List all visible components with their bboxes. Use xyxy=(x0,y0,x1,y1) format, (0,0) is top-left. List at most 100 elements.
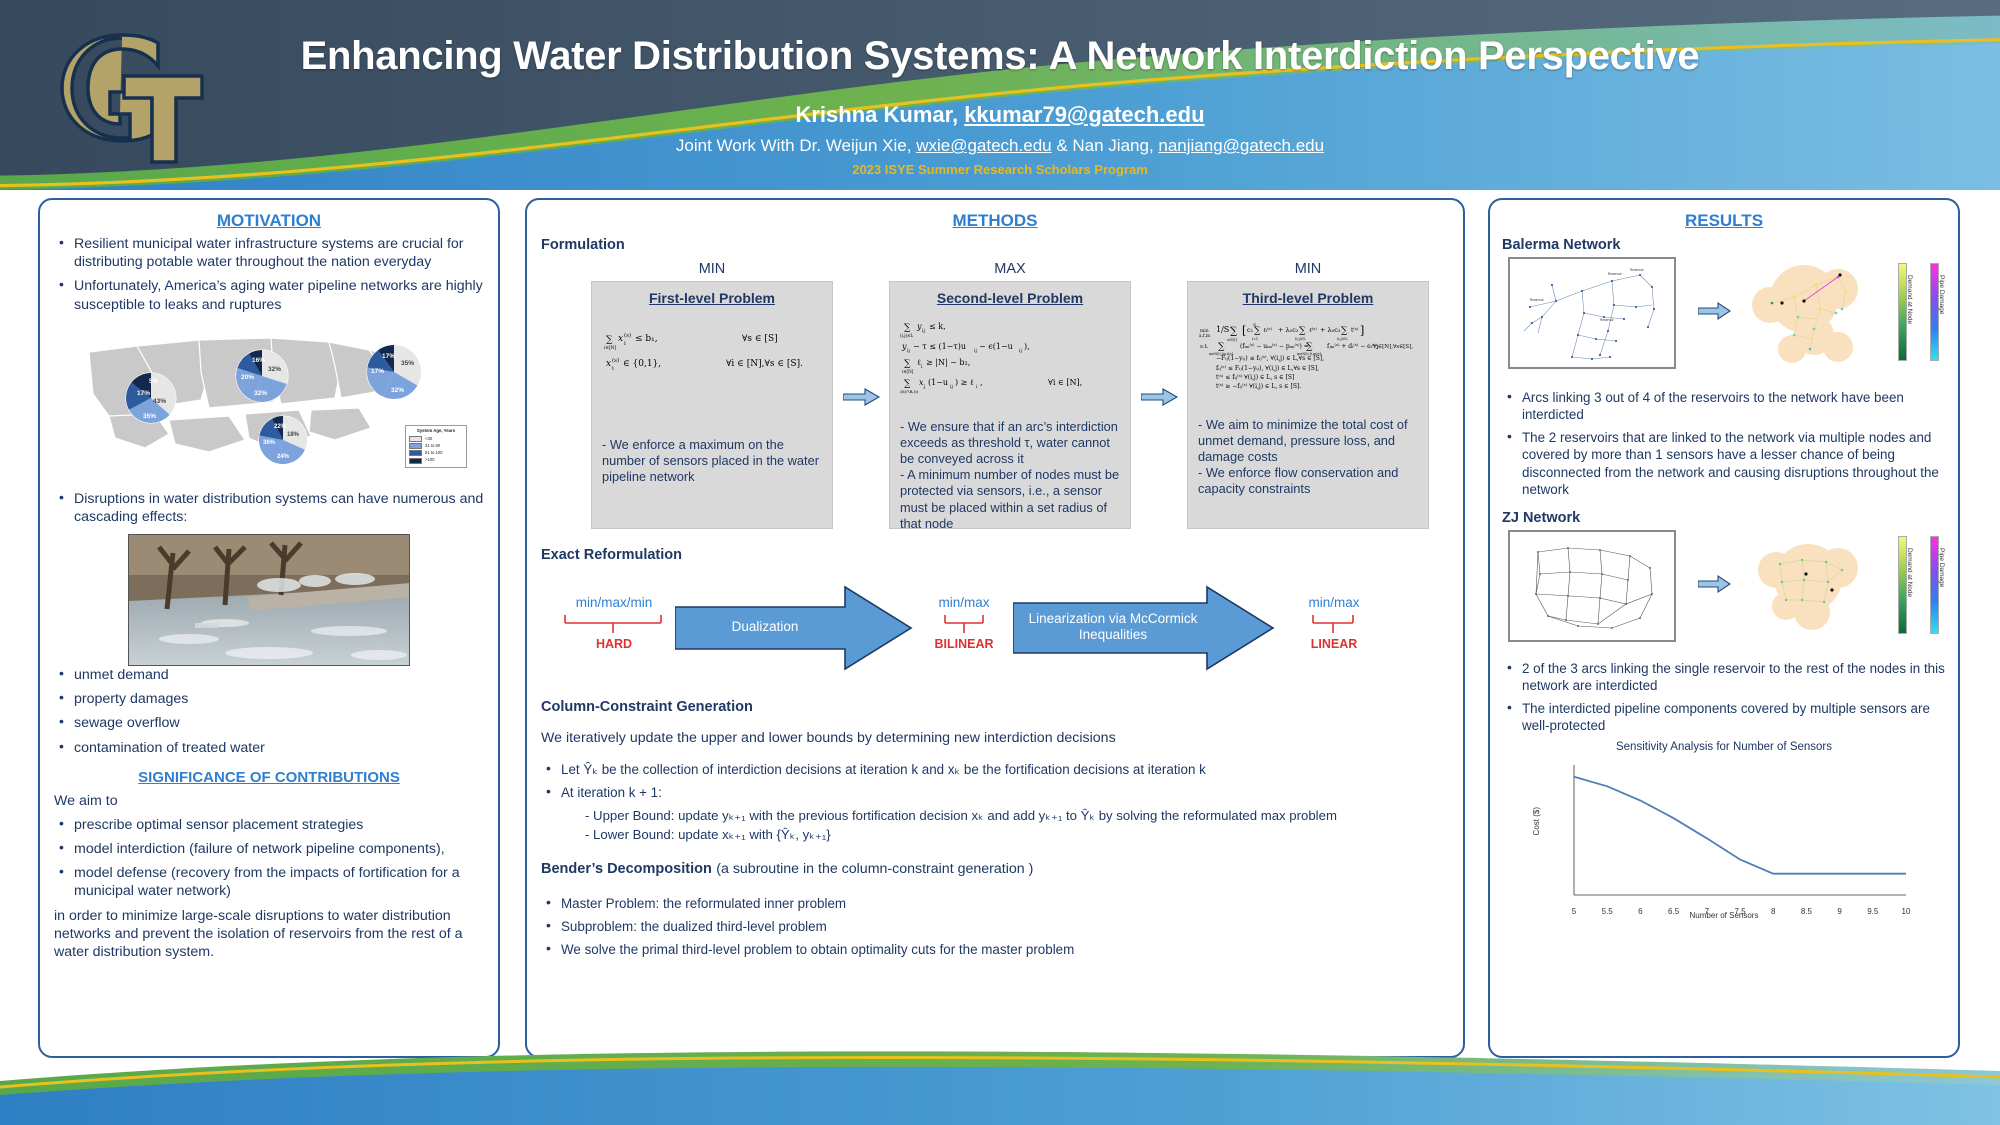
svg-text:∑: ∑ xyxy=(904,359,911,369)
svg-text:]: ] xyxy=(1360,324,1364,337)
svg-text:∑: ∑ xyxy=(904,323,911,333)
stage-3-tag: LINEAR xyxy=(1310,637,1358,651)
chart-y-axis-label: Cost ($) xyxy=(1532,806,1541,836)
svg-text:∑: ∑ xyxy=(904,379,911,389)
list-item: model interdiction (failure of network p… xyxy=(54,839,484,858)
balerma-network-diagram: Reservoir Reservoir Reservoir Reservoir xyxy=(1508,257,1676,369)
svg-text:Reservoir: Reservoir xyxy=(1630,268,1645,272)
legend-swatch xyxy=(409,457,422,464)
ccg-bullet-list: Let Ŷₖ be the collection of interdiction… xyxy=(541,760,1449,801)
svg-text:∑: ∑ xyxy=(1341,326,1348,336)
svg-text:−Fᵢⱼ(1−yᵢⱼ) ≤ fᵢⱼ⁽ˢ⁾, ∀(i,j): −Fᵢⱼ(1−yᵢⱼ) ≤ fᵢⱼ⁽ˢ⁾, ∀(i,j) ∈ L,∀s ∈ [S… xyxy=(1216,355,1324,362)
svg-text:5%: 5% xyxy=(149,379,158,385)
advisor-email-link[interactable]: wxie@gatech.edu xyxy=(916,136,1051,155)
formulation-levels-row: MIN First-level Problem ∑ i∈[N] x (s) i … xyxy=(541,261,1449,531)
svg-text:fⱼₘ⁽ˢ⁾ + dᵢ⁽ˢ⁾ − eᵢ⁽ˢ⁾,: fⱼₘ⁽ˢ⁾ + dᵢ⁽ˢ⁾ − eᵢ⁽ˢ⁾, xyxy=(1327,343,1379,350)
arrow-right-icon xyxy=(1698,301,1731,321)
svg-text:∑: ∑ xyxy=(1254,326,1261,336)
stage-1-tag: HARD xyxy=(595,637,633,651)
demand-colorbar-label: Demand at Node xyxy=(1906,547,1913,598)
svg-text:∀i ∈ [N],∀s ∈ [S].: ∀i ∈ [N],∀s ∈ [S]. xyxy=(726,359,803,369)
list-item: unmet demand xyxy=(54,665,484,684)
poster-root: Enhancing Water Distribution Systems: A … xyxy=(0,0,2000,1125)
demand-colorbar-label: Demand at Node xyxy=(1906,275,1913,325)
reformulation-label: Exact Reformulation xyxy=(541,547,682,563)
svg-text:x: x xyxy=(606,359,611,369)
third-level-equations: min x,f,m 1/S ∑ s∈[S] [ c₁ ∑ i=1 N ℓᵢ⁽ˢ⁾… xyxy=(1199,323,1413,390)
chart-x-tick: 6.5 xyxy=(1668,906,1680,916)
svg-text:ℓ⁽ˢ⁾: ℓ⁽ˢ⁾ xyxy=(1309,327,1317,334)
balerma-bullet-list: Arcs linking 3 out of 4 of the reservoir… xyxy=(1502,388,1946,498)
second-level-equations: ∑ (i,j)∈L y ij ≤ k, y ij − τ ≤ (1−τ)u ij… xyxy=(893,322,1082,394)
svg-text:+ λ₀c₂: + λ₀c₂ xyxy=(1278,326,1299,334)
svg-text:≥ |N| − b₂,: ≥ |N| − b₂, xyxy=(926,358,970,367)
svg-text:∑: ∑ xyxy=(1299,326,1306,336)
joint-prefix: Joint Work With Dr. Weijun Xie, xyxy=(675,136,917,155)
svg-text:∑: ∑ xyxy=(1218,342,1225,352)
svg-text:(i,j)∈L: (i,j)∈L xyxy=(1337,337,1348,341)
svg-text:∈ {0,1},: ∈ {0,1}, xyxy=(623,359,661,369)
svg-text:ℓᵢ⁽ˢ⁾: ℓᵢ⁽ˢ⁾ xyxy=(1263,327,1273,334)
flooded-street-photo xyxy=(128,534,410,667)
svg-text:(s): (s) xyxy=(612,357,619,364)
results-panel: RESULTS Balerma Network Reservoir Reserv… xyxy=(1488,198,1960,1058)
svg-text:[: [ xyxy=(1242,324,1246,337)
list-item: At iteration k + 1: xyxy=(541,783,1449,801)
svg-text:∀s ∈ [S]: ∀s ∈ [S] xyxy=(742,334,778,344)
methods-heading: METHODS xyxy=(952,211,1038,230)
benders-heading-row: Bender’s Decomposition (a subroutine in … xyxy=(541,860,1449,878)
balerma-result-diagram xyxy=(1752,265,1858,363)
list-item: The interdicted pipeline components cove… xyxy=(1502,699,1946,734)
gt-logo-icon xyxy=(60,33,204,164)
closing-text: in order to minimize large-scale disrupt… xyxy=(54,907,463,960)
chart-x-tick: 9.5 xyxy=(1867,906,1879,916)
joint-mid: & Nan Jiang, xyxy=(1051,136,1159,155)
pie-west: 17% 5% 43% 35% xyxy=(125,372,177,424)
svg-text:∀i ∈ [N],: ∀i ∈ [N], xyxy=(1048,378,1082,387)
stage-2-minmax: min/max xyxy=(938,595,990,610)
arrow-right-icon xyxy=(1141,388,1179,406)
legend-swatch xyxy=(409,435,422,442)
motivation-panel: MOTIVATION Resilient municipal water inf… xyxy=(38,198,500,1058)
benders-heading: Bender’s Decomposition xyxy=(541,861,712,878)
linearization-arrow-label: Linearization via McCormick Inequalities xyxy=(1028,611,1198,643)
list-item: Arcs linking 3 out of 4 of the reservoir… xyxy=(1502,388,1946,423)
ccg-sub-lower-bound: - Lower Bound: update xₖ₊₁ with {Ŷₖ, yₖ₊… xyxy=(585,826,831,842)
third-level-objective: MIN xyxy=(1294,261,1322,277)
svg-text:N: N xyxy=(1253,323,1256,327)
methods-panel: METHODS Formulation MIN First-level Prob… xyxy=(525,198,1465,1058)
svg-text:∀j∈[N],∀s∈[S],: ∀j∈[N],∀s∈[S], xyxy=(1373,343,1413,350)
svg-text:32%: 32% xyxy=(391,387,404,394)
collaborator-email-link[interactable]: nanjiang@gatech.edu xyxy=(1158,136,1324,155)
arrow-right-icon xyxy=(843,388,881,406)
author-email-link[interactable]: kkumar79@gatech.edu xyxy=(964,102,1204,127)
svg-text:(i,j)∈L: (i,j)∈L xyxy=(900,333,913,338)
svg-text:32%: 32% xyxy=(268,366,281,373)
legend-label: >100 xyxy=(425,457,435,463)
stage-3-brace-icon xyxy=(1312,615,1354,633)
svg-text:i: i xyxy=(921,364,923,370)
formulation-label: Formulation xyxy=(541,237,625,253)
svg-text:ij: ij xyxy=(907,348,910,354)
svg-text:Reservoir: Reservoir xyxy=(1530,298,1545,302)
list-item: property damages xyxy=(54,689,484,708)
list-item: model defense (recovery from the impacts… xyxy=(54,863,484,900)
second-level-heading: Second-level Problem xyxy=(936,290,1084,306)
we-aim-to-text: We aim to xyxy=(54,792,118,809)
chart-x-axis-label: Number of Sensors xyxy=(1689,910,1759,920)
stage-2-brace-icon xyxy=(944,615,984,633)
svg-text:36%: 36% xyxy=(263,440,276,446)
chart-x-tick: 5 xyxy=(1571,906,1577,916)
list-item: prescribe optimal sensor placement strat… xyxy=(54,815,484,834)
results-heading: RESULTS xyxy=(1684,211,1764,230)
svg-text:i∈[N]: i∈[N] xyxy=(902,369,914,374)
list-item: contamination of treated water xyxy=(54,738,484,757)
svg-text:18%: 18% xyxy=(287,432,300,438)
joint-work-line: Joint Work With Dr. Weijun Xie, wxie@gat… xyxy=(300,136,1700,156)
list-item: Disruptions in water distribution system… xyxy=(54,489,484,526)
svg-text:(1−u: (1−u xyxy=(928,378,948,387)
list-item: Unfortunately, America’s aging water pip… xyxy=(54,276,484,313)
chart-x-tick: 10 xyxy=(1901,906,1911,916)
benders-bullet-list: Master Problem: the reformulated inner p… xyxy=(541,894,1449,958)
list-item: Master Problem: the reformulated inner p… xyxy=(541,894,1449,912)
